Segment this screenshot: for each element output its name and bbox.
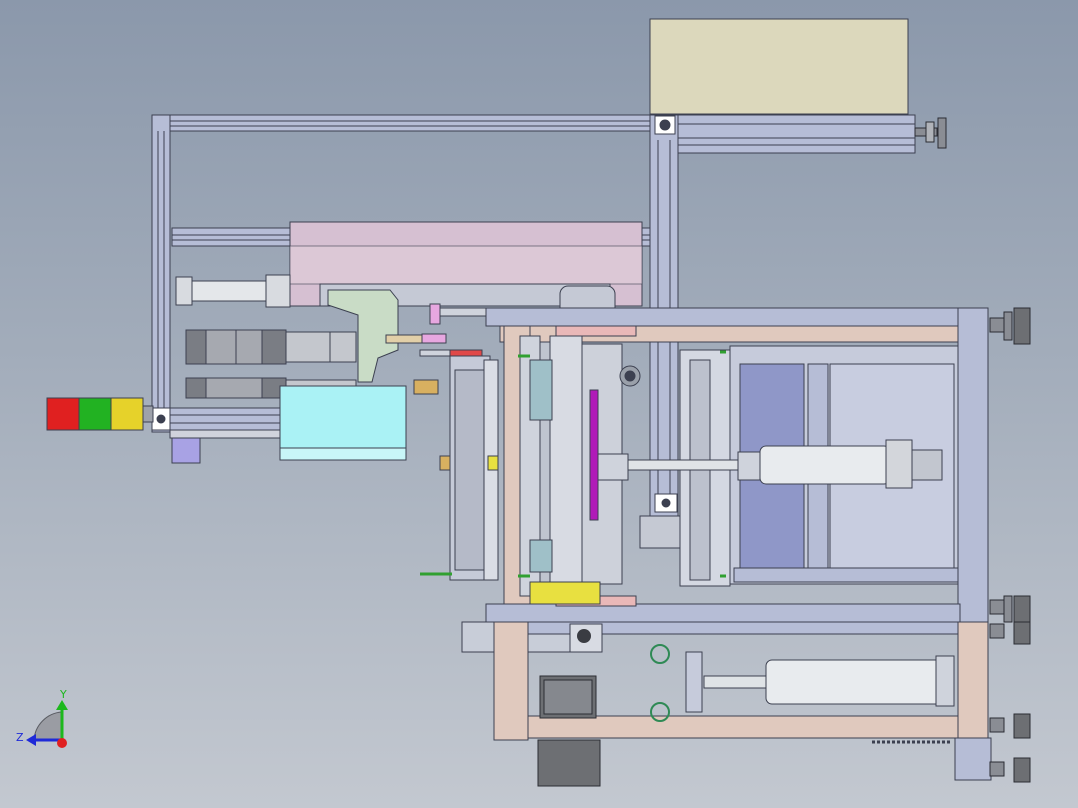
leveling-foot-top xyxy=(914,117,947,149)
cad-viewport[interactable]: Y Z xyxy=(0,0,1078,808)
sprockets xyxy=(650,644,670,722)
coordinate-triad xyxy=(26,700,68,748)
top-beam xyxy=(151,114,651,132)
electrical-cabinet xyxy=(649,18,909,115)
control-box-cyan xyxy=(279,385,407,459)
stack-light-red xyxy=(46,397,80,431)
frame-mid-beam xyxy=(485,603,961,623)
lower-left-beam xyxy=(151,407,283,433)
left-post xyxy=(151,114,171,431)
axis-label-y: Y xyxy=(60,688,67,701)
leveling-feet xyxy=(989,307,1031,783)
top-beam-right xyxy=(649,114,916,154)
upper-air-cylinder xyxy=(175,274,291,308)
stack-light xyxy=(46,397,154,431)
lower-air-cylinder xyxy=(685,651,955,713)
stack-light-green xyxy=(78,397,112,431)
axis-label-z: Z xyxy=(16,731,24,744)
stack-light-yellow xyxy=(110,397,144,431)
frame-top-beam xyxy=(485,307,961,327)
machine-assembly-drawing[interactable] xyxy=(0,0,1078,808)
